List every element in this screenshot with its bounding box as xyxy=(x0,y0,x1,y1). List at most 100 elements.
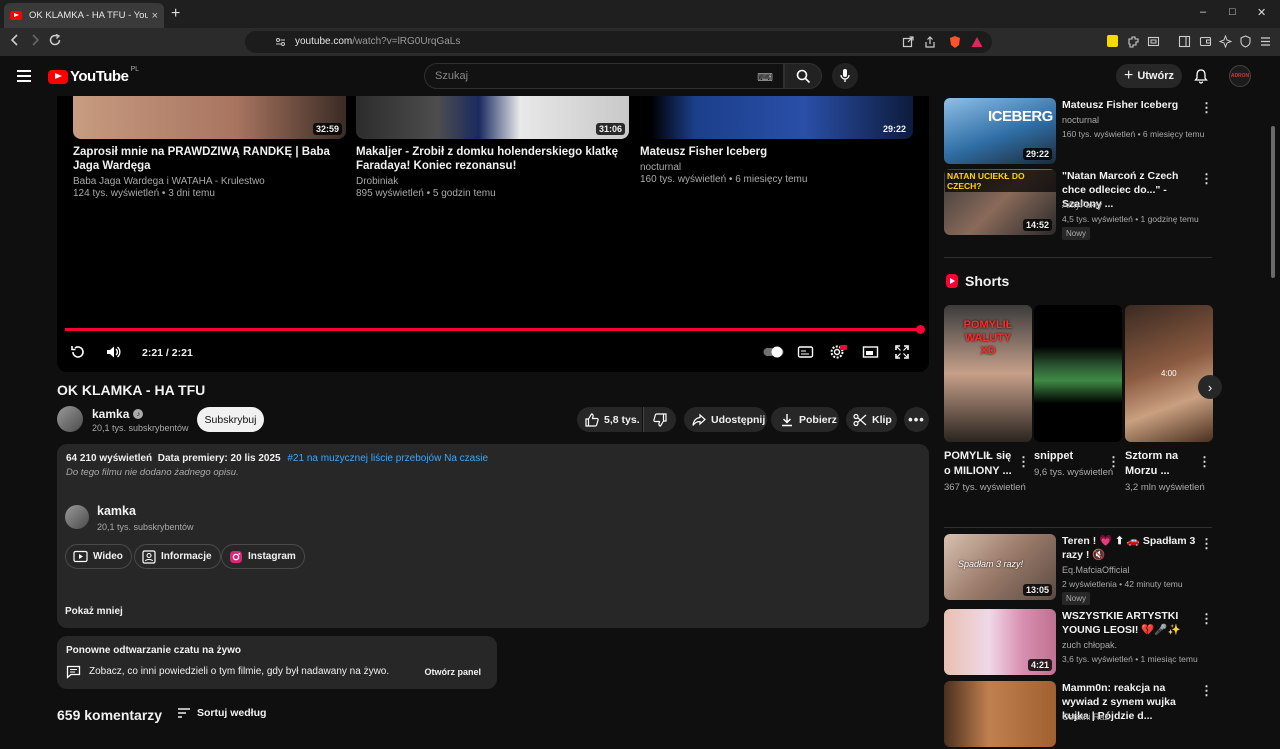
search-button[interactable] xyxy=(784,63,822,89)
sort-comments-button[interactable]: Sortuj według xyxy=(177,707,266,719)
endscreen-thumbnail[interactable]: 29:22 xyxy=(640,96,913,139)
fullscreen-icon[interactable] xyxy=(894,344,910,360)
download-button[interactable]: Pobierz xyxy=(771,407,839,432)
short-item[interactable]: POMYLIŁ WALUTY XD POMYLIŁ się o MILIONY … xyxy=(944,305,1032,495)
endscreen-thumbnail[interactable]: 32:59 xyxy=(73,96,346,139)
related-thumbnail[interactable] xyxy=(944,681,1056,747)
site-info-icon[interactable] xyxy=(275,37,286,47)
forward-icon[interactable] xyxy=(29,33,41,47)
create-button[interactable]: + Utwórz xyxy=(1116,64,1182,88)
video-player[interactable]: 32:59 Zaprosił mnie na PRAWDZIWĄ RANDKĘ … xyxy=(57,96,929,372)
hamburger-menu-icon[interactable] xyxy=(17,70,31,82)
related-channel[interactable]: zuch chłopak. xyxy=(1062,640,1117,650)
endscreen-channel[interactable]: Drobiniak xyxy=(356,176,629,187)
more-vertical-icon[interactable]: ⋮ xyxy=(1107,454,1120,470)
related-video[interactable]: 4:21 WSZYSTKIE ARTYSTKI YOUNG LEOSI! 💔🎤✨… xyxy=(944,609,1213,677)
more-vertical-icon[interactable]: ⋮ xyxy=(1017,454,1030,470)
related-thumbnail[interactable]: 4:21 xyxy=(944,609,1056,675)
endscreen-video-3[interactable]: 29:22 Mateusz Fisher Iceberg nocturnal 1… xyxy=(640,96,913,185)
reload-icon[interactable] xyxy=(48,33,62,47)
progress-bar[interactable] xyxy=(65,325,925,334)
short-thumbnail[interactable] xyxy=(1034,305,1122,442)
close-window-button[interactable]: ✕ xyxy=(1257,6,1266,19)
voice-search-button[interactable] xyxy=(832,63,858,89)
autoplay-toggle-icon[interactable] xyxy=(763,346,785,358)
more-vertical-icon[interactable]: ⋮ xyxy=(1200,536,1213,552)
browser-tab[interactable]: OK KLAMKA - HA TFU - YouTube × xyxy=(4,3,164,28)
screenshot-icon[interactable] xyxy=(1147,35,1160,48)
vpn-shield-icon[interactable] xyxy=(1239,35,1252,48)
trending-tag-link[interactable]: #21 na muzycznej liście przebojów Na cza… xyxy=(287,453,488,464)
shorts-next-arrow-icon[interactable]: › xyxy=(1198,375,1222,399)
keyboard-icon[interactable]: ⌨ xyxy=(757,71,773,84)
endscreen-title[interactable]: Zaprosił mnie na PRAWDZIWĄ RANDKĘ | Baba… xyxy=(73,145,346,173)
related-video[interactable]: NATAN UCIEKŁ DO CZECH? 14:52 "Natan Marc… xyxy=(944,169,1213,240)
related-video[interactable]: Spadłam 3 razy! 13:05 Teren ! 💗 ⬆ 🚗 Spad… xyxy=(944,534,1213,605)
description-channel-name[interactable]: kamka xyxy=(97,504,136,518)
more-vertical-icon[interactable]: ⋮ xyxy=(1200,100,1213,116)
volume-icon[interactable] xyxy=(105,344,122,360)
notifications-bell-icon[interactable] xyxy=(1193,68,1209,84)
about-link-button[interactable]: Informacje xyxy=(134,544,221,569)
short-title[interactable]: Sztorm na Morzu ... xyxy=(1125,449,1195,479)
short-title[interactable]: snippet xyxy=(1034,449,1104,464)
endscreen-video-2[interactable]: 31:06 Makaljer - Zrobił z domku holender… xyxy=(356,96,629,199)
related-video[interactable]: Mamm0n: reakcja na wywiad z synem wujka … xyxy=(944,681,1213,749)
leo-ai-icon[interactable] xyxy=(1219,35,1232,48)
more-vertical-icon[interactable]: ⋮ xyxy=(1200,171,1213,187)
related-thumbnail[interactable]: ICEBERG 29:22 xyxy=(944,98,1056,164)
search-input[interactable]: Szukaj xyxy=(435,70,468,82)
share-page-icon[interactable] xyxy=(924,36,936,48)
short-title[interactable]: POMYLIŁ się o MILIONY ... xyxy=(944,449,1014,479)
new-tab-button[interactable]: + xyxy=(171,5,180,23)
settings-gear-icon[interactable] xyxy=(829,344,847,360)
channel-name[interactable]: kamka ♪ xyxy=(92,407,144,421)
related-channel[interactable]: Ostatni Raz xyxy=(1062,712,1109,722)
endscreen-channel[interactable]: Baba Jaga Wardega i WATAHA - Krulestwo xyxy=(73,176,346,187)
show-less-button[interactable]: Pokaż mniej xyxy=(65,606,123,617)
scrubber-handle[interactable] xyxy=(916,325,925,334)
account-avatar[interactable]: ADRON xyxy=(1229,65,1251,87)
brave-rewards-icon[interactable] xyxy=(970,35,984,49)
endscreen-video-1[interactable]: 32:59 Zaprosił mnie na PRAWDZIWĄ RANDKĘ … xyxy=(73,96,346,199)
channel-name-text[interactable]: kamka xyxy=(92,407,129,421)
open-external-icon[interactable] xyxy=(902,36,914,48)
endscreen-thumbnail[interactable]: 31:06 xyxy=(356,96,629,139)
maximize-button[interactable]: □ xyxy=(1229,6,1236,18)
subscribe-button[interactable]: Subskrybuj xyxy=(197,407,264,432)
endscreen-channel[interactable]: nocturnal xyxy=(640,162,913,173)
brave-shield-icon[interactable] xyxy=(948,35,962,49)
extension-notes-icon[interactable] xyxy=(1107,35,1118,47)
more-vertical-icon[interactable]: ⋮ xyxy=(1200,611,1213,627)
videos-link-button[interactable]: Wideo xyxy=(65,544,132,569)
description-channel-avatar[interactable] xyxy=(65,505,89,529)
sidebar-toggle-icon[interactable] xyxy=(1178,35,1191,48)
clip-button[interactable]: Klip xyxy=(846,407,897,432)
open-panel-button[interactable]: Otwórz panel xyxy=(416,662,489,682)
subtitles-icon[interactable] xyxy=(797,344,814,360)
related-video[interactable]: ICEBERG 29:22 Mateusz Fisher Iceberg noc… xyxy=(944,98,1213,166)
theater-mode-icon[interactable] xyxy=(862,344,879,360)
menu-icon[interactable] xyxy=(1259,35,1272,48)
tab-close-icon[interactable]: × xyxy=(152,10,158,22)
related-channel[interactable]: AntyFakty xyxy=(1062,200,1102,210)
channel-avatar[interactable] xyxy=(57,406,83,432)
back-icon[interactable] xyxy=(9,33,21,47)
page-scrollbar[interactable] xyxy=(1271,126,1275,278)
address-bar[interactable]: youtube.com/watch?v=lRG0UrqGaLs xyxy=(245,31,992,53)
related-thumbnail[interactable]: NATAN UCIEKŁ DO CZECH? 14:52 xyxy=(944,169,1056,235)
short-item[interactable]: snippet 9,6 tys. wyświetleń ⋮ xyxy=(1034,305,1122,480)
replay-icon[interactable] xyxy=(70,344,86,360)
related-title[interactable]: Teren ! 💗 ⬆ 🚗 Spadłam 3 razy ! 🔇 xyxy=(1062,534,1200,562)
related-title[interactable]: WSZYSTKIE ARTYSTKI YOUNG LEOSI! 💔🎤✨ xyxy=(1062,609,1200,637)
related-channel[interactable]: Eq.MafciaOfficial xyxy=(1062,565,1129,575)
short-thumbnail[interactable]: POMYLIŁ WALUTY XD xyxy=(944,305,1032,442)
dislike-button[interactable] xyxy=(643,407,676,432)
related-channel[interactable]: nocturnal xyxy=(1062,115,1099,125)
related-title[interactable]: Mateusz Fisher Iceberg xyxy=(1062,98,1200,112)
share-button[interactable]: Udostępnij xyxy=(684,407,767,432)
related-thumbnail[interactable]: Spadłam 3 razy! 13:05 xyxy=(944,534,1056,600)
description-box[interactable]: 64 210 wyświetleń Data premiery: 20 lis … xyxy=(57,444,929,628)
search-box[interactable]: Szukaj ⌨ xyxy=(424,63,784,89)
youtube-logo[interactable]: YouTube PL xyxy=(48,66,139,85)
